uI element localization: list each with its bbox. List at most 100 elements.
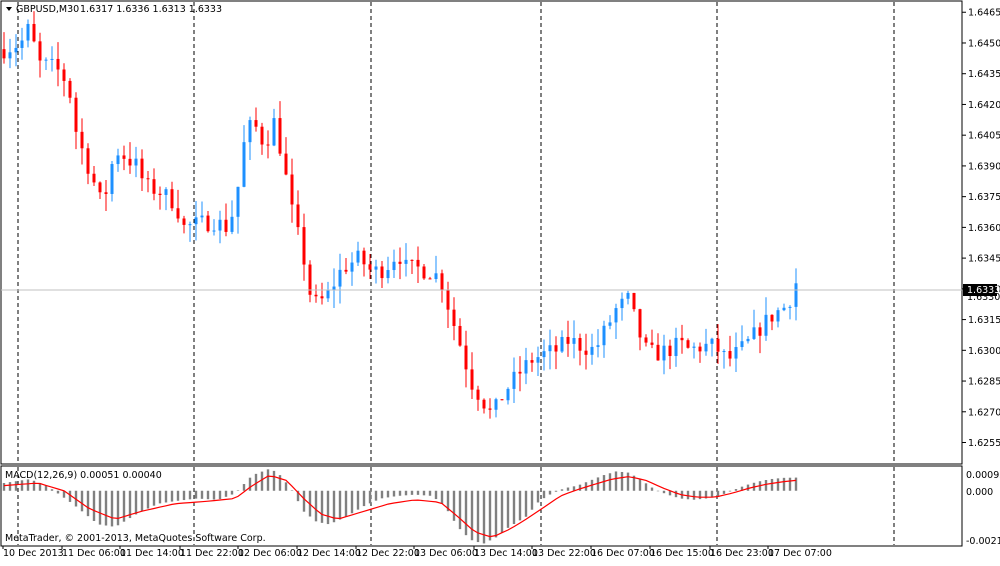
candle-body	[692, 346, 696, 348]
macd-bar	[344, 490, 348, 517]
macd-bar	[620, 471, 624, 491]
candle-body	[560, 336, 564, 352]
macd-bar	[206, 490, 210, 500]
time-tick-label: 10 Dec 2013	[3, 548, 64, 559]
macd-bar	[554, 490, 558, 492]
macd-bar	[710, 490, 714, 498]
macd-bar	[644, 483, 648, 491]
candle-body	[440, 273, 444, 291]
macd-bar	[404, 490, 408, 496]
candle-body	[134, 158, 138, 166]
candle-body	[740, 341, 744, 348]
macd-bar	[80, 490, 84, 512]
macd-bar	[692, 490, 696, 500]
time-tick-label: 12 Dec 22:00	[356, 548, 420, 559]
macd-bar	[50, 489, 54, 491]
candle-body	[248, 120, 252, 143]
candle-body	[488, 408, 492, 410]
candle-body	[296, 204, 300, 228]
candle-body	[350, 262, 354, 272]
time-tick-label: 13 Dec 22:00	[532, 548, 596, 559]
candle-body	[224, 219, 228, 232]
symbol-label: GBPUSD,M30	[16, 4, 79, 15]
macd-bar	[536, 490, 540, 503]
macd-bar	[524, 490, 528, 517]
candle-body	[176, 208, 180, 219]
macd-bar	[236, 490, 240, 491]
macd-bar	[314, 490, 318, 522]
candle-body	[674, 337, 678, 357]
macd-bar	[794, 477, 798, 491]
macd-bar	[104, 490, 108, 526]
candle-body	[680, 337, 684, 341]
candle-body	[644, 337, 648, 343]
macd-bar	[338, 490, 342, 520]
macd-tick-top: 0.00092	[966, 470, 1000, 481]
price-tick-label: 1.6300	[968, 346, 1000, 357]
candle-body	[380, 266, 384, 279]
candle-body	[200, 215, 204, 218]
macd-bar	[578, 484, 582, 491]
price-tick-label: 1.6285	[968, 377, 1000, 388]
macd-bar	[110, 490, 114, 527]
macd-bar	[764, 480, 768, 491]
macd-bar	[494, 490, 498, 538]
candle-body	[206, 215, 210, 232]
candle-body	[794, 283, 798, 307]
price-tick-label: 1.6450	[968, 38, 1000, 49]
chart-canvas[interactable]: 1.6465 1.6450 1.6435 1.6420 1.6405 1.6390 1.63…	[0, 0, 1000, 562]
candle-body	[68, 80, 72, 98]
time-tick-label: 11 Dec 06:00	[62, 548, 126, 559]
macd-bar	[398, 490, 402, 496]
price-axis: 1.6465 1.6450 1.6435 1.6420 1.6405 1.6390 1.63…	[962, 8, 1000, 449]
candle-body	[158, 193, 162, 195]
macd-bar	[140, 490, 144, 512]
macd-bar	[626, 472, 630, 491]
candle-body	[26, 23, 30, 41]
macd-bar	[302, 490, 306, 512]
candle-body	[776, 310, 780, 322]
candle-body	[620, 298, 624, 309]
candle-body	[14, 47, 18, 53]
macd-bar	[26, 479, 30, 491]
macd-bar	[350, 490, 354, 514]
macd-bar	[698, 490, 702, 500]
candle-body	[260, 126, 264, 145]
trading-chart-window[interactable]: 1.6465 1.6450 1.6435 1.6420 1.6405 1.6390 1.63…	[0, 0, 1000, 562]
candle-body	[686, 340, 690, 348]
candle-body	[572, 338, 576, 344]
candle-body	[194, 217, 198, 225]
candle-body	[290, 174, 294, 205]
candle-body	[662, 345, 666, 361]
macd-bar	[158, 490, 162, 504]
candle-body	[44, 59, 48, 61]
candle-body	[116, 155, 120, 165]
candle-body	[626, 292, 630, 299]
macd-bar	[470, 490, 474, 541]
candle-body	[272, 118, 276, 146]
macd-bar	[374, 490, 378, 501]
price-tick-label: 1.6435	[968, 69, 1000, 80]
macd-bar	[170, 490, 174, 502]
candle-body	[278, 118, 282, 154]
candle-body	[404, 259, 408, 264]
macd-bar	[782, 477, 786, 491]
candle-body	[230, 216, 234, 232]
candle-body	[596, 345, 600, 347]
price-tick-label: 1.6315	[968, 315, 1000, 326]
candle-body	[746, 338, 750, 342]
candle-body	[410, 259, 414, 261]
candle-body	[32, 23, 36, 42]
macd-bar	[566, 487, 570, 491]
macd-bar	[164, 490, 168, 503]
macd-bar	[362, 490, 366, 507]
time-tick-label: 16 Dec 07:00	[591, 548, 655, 559]
candle-body	[362, 250, 366, 265]
candle-body	[110, 164, 114, 194]
macd-bar	[662, 490, 666, 494]
candle-body	[218, 219, 222, 231]
macd-bar	[746, 484, 750, 491]
time-tick-label: 13 Dec 06:00	[414, 548, 478, 559]
macd-bar	[8, 482, 12, 491]
price-tick-label: 1.6345	[968, 254, 1000, 265]
